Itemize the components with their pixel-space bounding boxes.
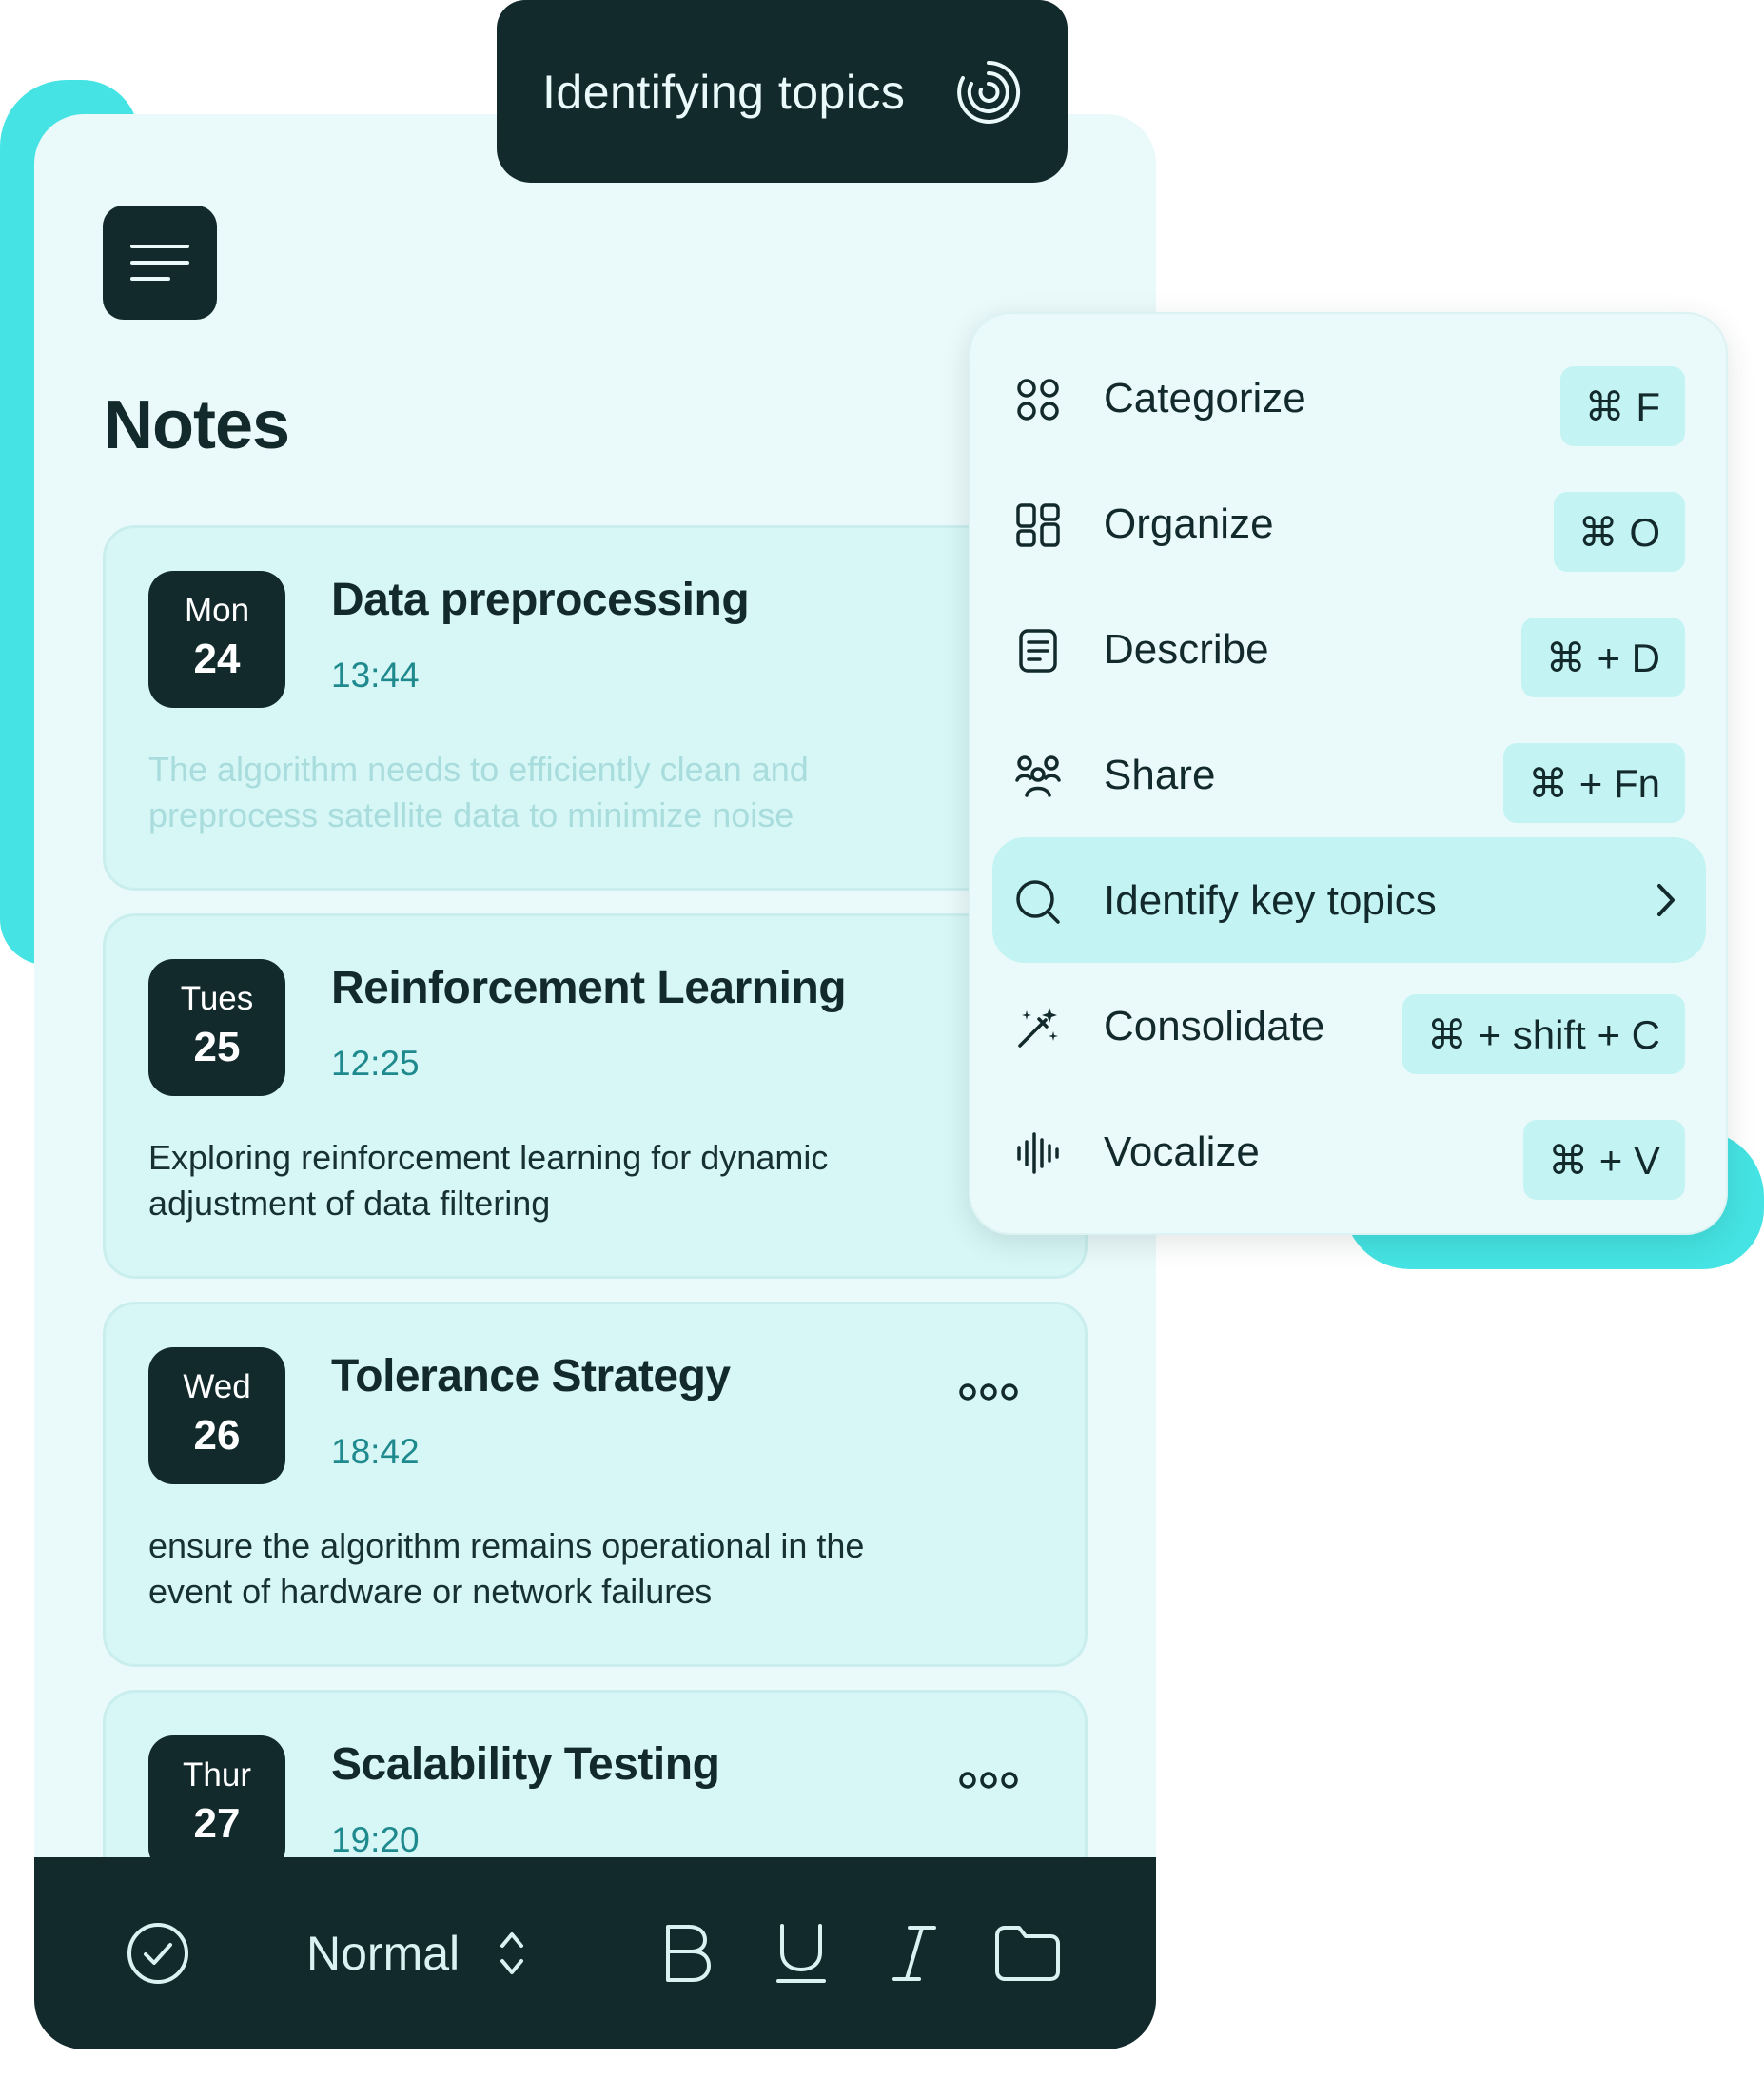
- shortcut-badge: ⌘ + Fn: [1503, 743, 1685, 823]
- status-pill: Identifying topics: [497, 0, 1068, 183]
- dashboard-icon: [1016, 503, 1060, 547]
- app-stage: Notes Mon 24 Data preprocessing 13:44 Th…: [0, 0, 1764, 2078]
- chevron-right-icon: [1657, 884, 1675, 916]
- note-time: 18:42: [331, 1432, 420, 1471]
- menu-item-label: Share: [1104, 752, 1216, 798]
- text-style-value: Normal: [306, 1927, 461, 1980]
- italic-icon: [892, 1926, 936, 1981]
- menu-item-label: Identify key topics: [1104, 877, 1437, 924]
- day-number: 25: [193, 1024, 241, 1070]
- note-body: Exploring reinforcement learning for dyn…: [148, 1138, 829, 1223]
- menu-item-label: Describe: [1104, 626, 1269, 673]
- day-number: 24: [193, 636, 241, 682]
- magic-wand-icon: [1018, 1008, 1058, 1048]
- folder-button[interactable]: [993, 1857, 1062, 2049]
- underline-icon: [776, 1924, 826, 1983]
- page-title: Notes: [104, 387, 290, 463]
- folder-icon: [995, 1926, 1060, 1981]
- bold-icon: [666, 1925, 711, 1982]
- weekday-label: Tues: [180, 980, 254, 1017]
- shortcut-badge: ⌘ + V: [1523, 1120, 1685, 1200]
- note-title: Reinforcement Learning: [331, 963, 847, 1013]
- search-icon: [1016, 880, 1060, 924]
- shortcut-badge: ⌘ + D: [1520, 618, 1685, 697]
- menu-item-describe[interactable]: Describe ⌘ + D: [992, 586, 1706, 712]
- note-card[interactable]: Wed 26 Tolerance Strategy 18:42 ensure t…: [103, 1302, 1088, 1667]
- loading-spinner-icon: [957, 60, 1021, 124]
- done-button[interactable]: [126, 1857, 190, 2049]
- underline-button[interactable]: [774, 1857, 828, 2049]
- weekday-label: Mon: [184, 592, 250, 629]
- note-card[interactable]: Mon 24 Data preprocessing 13:44 The algo…: [103, 525, 1088, 891]
- weekday-label: Wed: [183, 1368, 251, 1405]
- text-style-select[interactable]: Normal: [306, 1857, 526, 2049]
- menu-item-categorize[interactable]: Categorize ⌘ F: [992, 335, 1706, 461]
- note-title: Tolerance Strategy: [331, 1351, 731, 1402]
- note-body: The algorithm needs to efficiently clean…: [148, 750, 809, 834]
- menu-item-label: Consolidate: [1104, 1003, 1325, 1049]
- menu-button[interactable]: [103, 206, 217, 320]
- date-badge: Thur 27: [148, 1735, 285, 1872]
- menu-item-label: Organize: [1104, 500, 1274, 547]
- note-title: Scalability Testing: [331, 1739, 720, 1790]
- hamburger-icon: [130, 245, 189, 281]
- grid-icon: [1017, 379, 1059, 421]
- weekday-label: Thur: [183, 1756, 251, 1794]
- menu-item-organize[interactable]: Organize ⌘ O: [992, 461, 1706, 586]
- menu-item-share[interactable]: Share ⌘ + Fn: [992, 712, 1706, 837]
- menu-item-label: Vocalize: [1104, 1128, 1260, 1175]
- shortcut-badge: ⌘ F: [1559, 366, 1685, 446]
- note-time: 12:25: [331, 1044, 420, 1083]
- shortcut-badge: ⌘ + shift + C: [1401, 994, 1685, 1074]
- italic-button[interactable]: [891, 1857, 938, 2049]
- check-circle-icon: [127, 1923, 188, 1984]
- sort-arrows-icon: [500, 1932, 524, 1974]
- bold-button[interactable]: [660, 1857, 714, 2049]
- status-text: Identifying topics: [542, 66, 906, 119]
- date-badge: Tues 25: [148, 959, 285, 1096]
- note-time: 19:20: [331, 1820, 420, 1859]
- day-number: 27: [193, 1800, 241, 1847]
- shortcut-badge: ⌘ O: [1553, 492, 1685, 572]
- formatting-toolbar: Normal: [34, 1857, 1156, 2049]
- menu-item-vocalize[interactable]: Vocalize ⌘ + V: [992, 1088, 1706, 1214]
- waveform-icon: [1017, 1132, 1059, 1174]
- people-icon: [1015, 755, 1061, 797]
- menu-item-label: Categorize: [1104, 375, 1306, 421]
- document-icon: [1019, 629, 1057, 673]
- date-badge: Wed 26: [148, 1347, 285, 1484]
- menu-item-identify-key-topics[interactable]: Identify key topics: [992, 837, 1706, 963]
- context-menu: Categorize ⌘ F Organize ⌘ O Describe ⌘ +…: [969, 312, 1728, 1235]
- day-number: 26: [193, 1412, 241, 1459]
- note-time: 13:44: [331, 656, 420, 695]
- note-card[interactable]: Tues 25 Reinforcement Learning 12:25 Exp…: [103, 913, 1088, 1279]
- note-body: ensure the algorithm remains operational…: [148, 1526, 865, 1611]
- date-badge: Mon 24: [148, 571, 285, 708]
- more-options-icon[interactable]: [959, 1769, 1018, 1792]
- menu-item-consolidate[interactable]: Consolidate ⌘ + shift + C: [992, 963, 1706, 1088]
- note-title: Data preprocessing: [331, 575, 750, 625]
- more-options-icon[interactable]: [959, 1381, 1018, 1403]
